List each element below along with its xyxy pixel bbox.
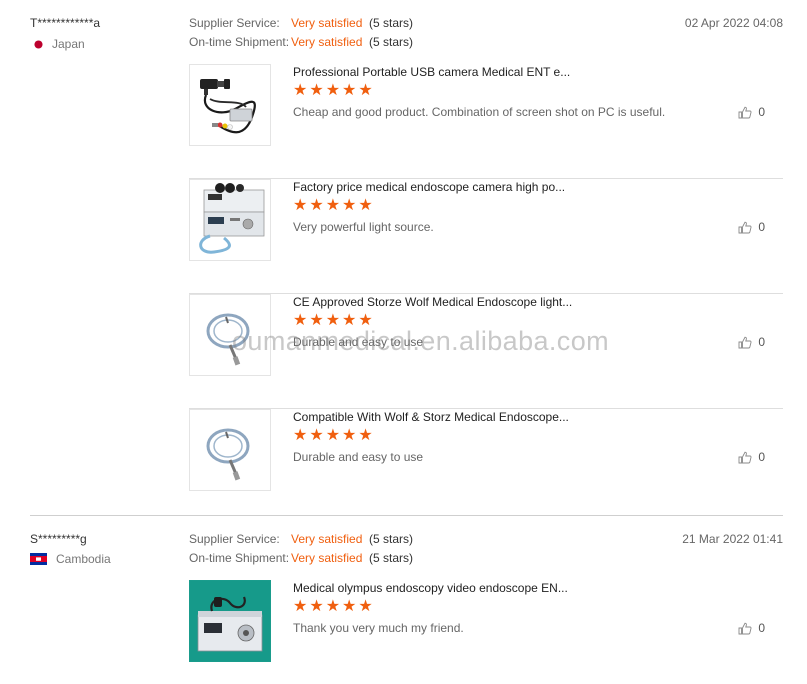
review-text: Thank you very much my friend. bbox=[293, 621, 464, 635]
star-icon: ★ bbox=[358, 82, 373, 99]
star-icon: ★ bbox=[293, 598, 308, 615]
star-icon: ★ bbox=[358, 427, 373, 444]
star-icon: ★ bbox=[293, 197, 308, 214]
review-text: Cheap and good product. Combination of s… bbox=[293, 105, 666, 119]
review-text: Durable and easy to use bbox=[293, 450, 424, 464]
reviewer-name: S*********g bbox=[30, 532, 87, 546]
product-title[interactable]: Factory price medical endoscope camera h… bbox=[293, 180, 593, 194]
star-icon: ★ bbox=[309, 598, 324, 615]
thumbs-up-icon bbox=[738, 451, 752, 463]
star-icon: ★ bbox=[358, 312, 373, 329]
star-icon: ★ bbox=[309, 82, 324, 99]
thumbs-up-icon bbox=[738, 336, 752, 348]
product-review-item: CE Approved Storze Wolf Medical Endoscop… bbox=[189, 294, 783, 409]
like-button[interactable]: 0 bbox=[738, 220, 765, 234]
star-icon: ★ bbox=[342, 427, 357, 444]
product-title[interactable]: Professional Portable USB camera Medical… bbox=[293, 65, 593, 79]
star-icon: ★ bbox=[342, 82, 357, 99]
video-endoscope-system-icon bbox=[190, 581, 270, 661]
supplier-service-label: Supplier Service: bbox=[189, 532, 280, 546]
star-icon: ★ bbox=[358, 598, 373, 615]
like-button[interactable]: 0 bbox=[738, 335, 765, 349]
on-time-shipment-label: On-time Shipment: bbox=[189, 35, 290, 49]
reviewer-country: Japan bbox=[34, 37, 85, 51]
star-icon: ★ bbox=[293, 312, 308, 329]
product-review-item: Factory price medical endoscope camera h… bbox=[189, 179, 783, 294]
star-icon: ★ bbox=[325, 197, 341, 214]
product-thumbnail[interactable] bbox=[189, 179, 271, 261]
product-title[interactable]: Medical olympus endoscopy video endoscop… bbox=[293, 581, 593, 595]
supplier-service-stars: (5 stars) bbox=[369, 532, 414, 546]
review-date: 21 Mar 2022 01:41 bbox=[682, 532, 783, 546]
on-time-shipment-stars: (5 stars) bbox=[369, 551, 414, 565]
on-time-shipment-label: On-time Shipment: bbox=[189, 551, 290, 565]
star-icon: ★ bbox=[342, 312, 357, 329]
product-title[interactable]: Compatible With Wolf & Storz Medical End… bbox=[293, 410, 593, 424]
country-label: Japan bbox=[52, 37, 85, 51]
japan-flag-icon bbox=[34, 39, 43, 49]
star-icon: ★ bbox=[325, 312, 341, 329]
product-thumbnail[interactable] bbox=[189, 580, 271, 662]
reviewer-country: Cambodia bbox=[30, 552, 111, 566]
star-icon: ★ bbox=[325, 427, 341, 444]
star-icon: ★ bbox=[293, 82, 308, 99]
product-review-item: Medical olympus endoscopy video endoscop… bbox=[189, 580, 783, 680]
light-cable-icon bbox=[206, 313, 250, 366]
usb-camera-icon bbox=[200, 79, 256, 134]
review-divider bbox=[30, 515, 783, 516]
cambodia-flag-icon bbox=[30, 553, 47, 565]
like-count: 0 bbox=[758, 335, 765, 349]
product-rating: ★ ★ ★ ★ ★ bbox=[293, 428, 373, 444]
on-time-shipment-value: Very satisfied bbox=[291, 551, 363, 565]
like-count: 0 bbox=[758, 105, 765, 119]
product-rating: ★ ★ ★ ★ ★ bbox=[293, 198, 373, 214]
product-review-item: Professional Portable USB camera Medical… bbox=[189, 64, 783, 179]
on-time-shipment-stars: (5 stars) bbox=[369, 35, 414, 49]
product-thumbnail[interactable] bbox=[189, 294, 271, 376]
like-count: 0 bbox=[758, 621, 765, 635]
product-title[interactable]: CE Approved Storze Wolf Medical Endoscop… bbox=[293, 295, 593, 309]
star-icon: ★ bbox=[309, 427, 324, 444]
like-button[interactable]: 0 bbox=[738, 450, 765, 464]
endoscope-camera-system-icon bbox=[199, 183, 265, 254]
like-count: 0 bbox=[758, 220, 765, 234]
like-count: 0 bbox=[758, 450, 765, 464]
thumbs-up-icon bbox=[738, 622, 752, 634]
star-icon: ★ bbox=[293, 427, 308, 444]
supplier-service-stars: (5 stars) bbox=[369, 16, 414, 30]
product-rating: ★ ★ ★ ★ ★ bbox=[293, 83, 373, 99]
review-text: Durable and easy to use bbox=[293, 335, 424, 349]
reviewer-name: T************a bbox=[30, 16, 101, 30]
thumbs-up-icon bbox=[738, 106, 752, 118]
like-button[interactable]: 0 bbox=[738, 621, 765, 635]
star-icon: ★ bbox=[342, 598, 357, 615]
product-rating: ★ ★ ★ ★ ★ bbox=[293, 313, 373, 329]
star-icon: ★ bbox=[342, 197, 357, 214]
star-icon: ★ bbox=[358, 197, 373, 214]
product-rating: ★ ★ ★ ★ ★ bbox=[293, 599, 373, 615]
like-button[interactable]: 0 bbox=[738, 105, 765, 119]
star-icon: ★ bbox=[325, 598, 341, 615]
star-icon: ★ bbox=[309, 312, 324, 329]
supplier-service-value: Very satisfied bbox=[291, 532, 363, 546]
country-label: Cambodia bbox=[56, 552, 111, 566]
product-thumbnail[interactable] bbox=[189, 409, 271, 491]
thumbs-up-icon bbox=[738, 221, 752, 233]
product-review-item: Compatible With Wolf & Storz Medical End… bbox=[189, 409, 783, 524]
star-icon: ★ bbox=[309, 197, 324, 214]
light-cable-icon bbox=[206, 428, 250, 481]
review-text: Very powerful light source. bbox=[293, 220, 434, 234]
star-icon: ★ bbox=[325, 82, 341, 99]
supplier-service-value: Very satisfied bbox=[291, 16, 363, 30]
on-time-shipment-value: Very satisfied bbox=[291, 35, 363, 49]
review-date: 02 Apr 2022 04:08 bbox=[684, 16, 783, 30]
product-thumbnail[interactable] bbox=[189, 64, 271, 146]
supplier-service-label: Supplier Service: bbox=[189, 16, 280, 30]
